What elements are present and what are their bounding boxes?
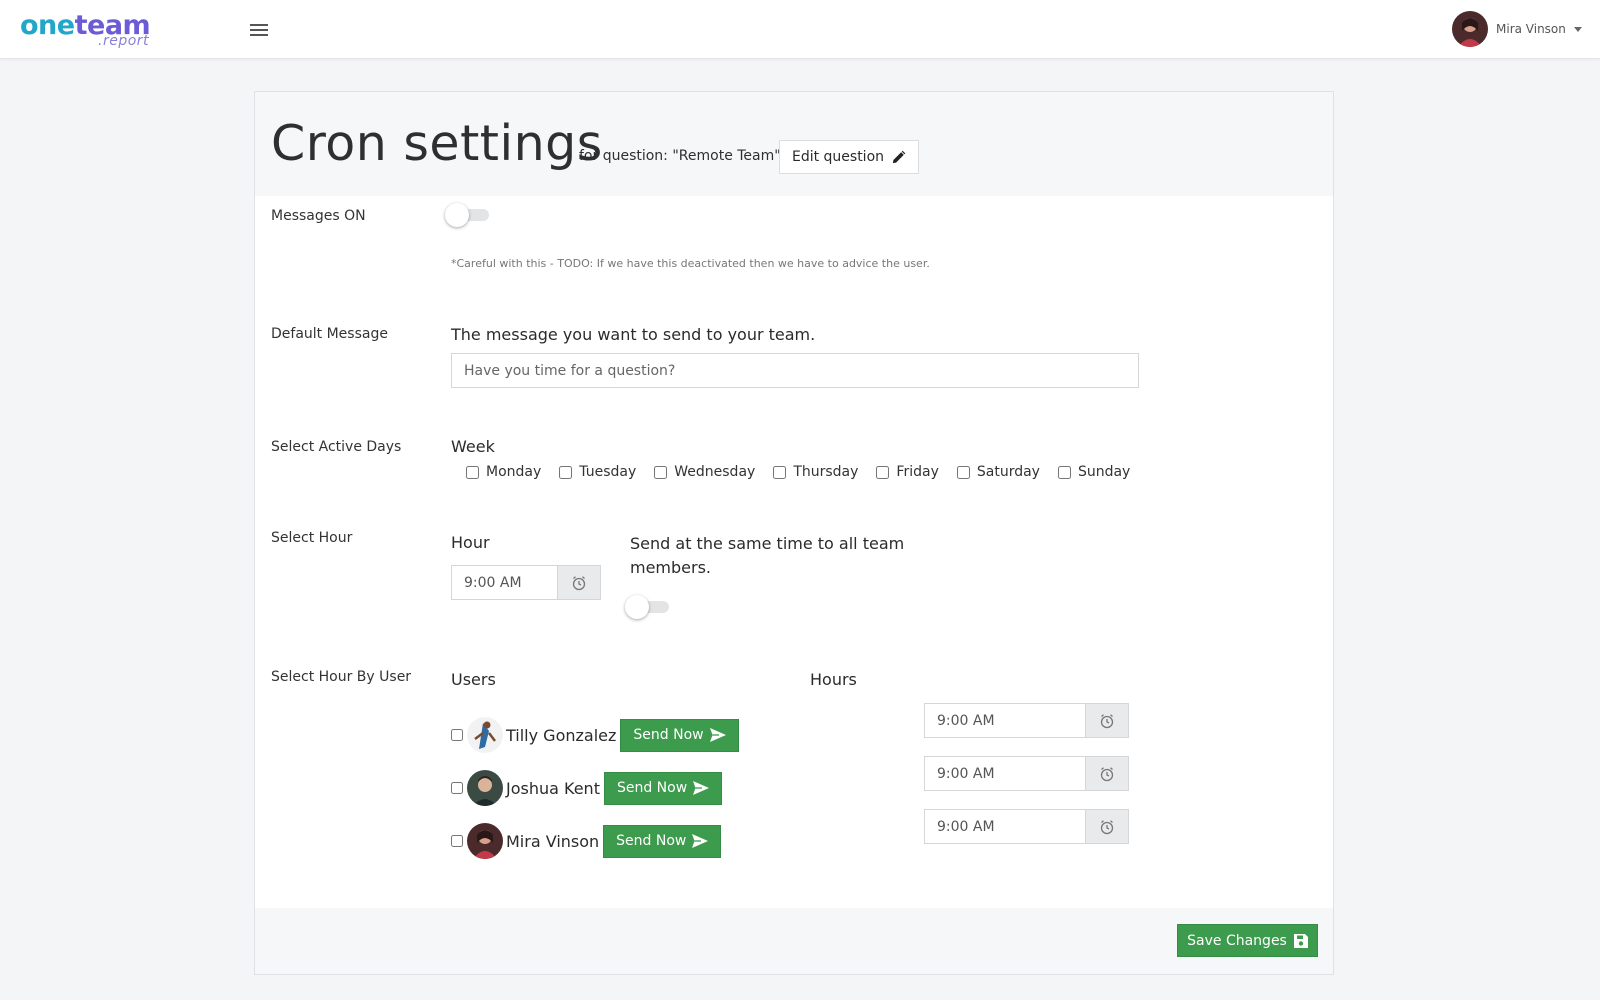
saturday-checkbox[interactable]: [956, 465, 970, 479]
send-now-label: Send Now: [633, 727, 704, 743]
hour-value[interactable]: 9:00 AM: [452, 566, 557, 599]
logo-subtext: .report: [98, 33, 150, 49]
default-message-input[interactable]: [451, 353, 1139, 388]
clock-icon[interactable]: [1085, 704, 1128, 737]
user-name: Mira Vinson: [1496, 22, 1566, 36]
send-now-button[interactable]: Send Now: [603, 824, 722, 858]
card-footer: Save Changes: [255, 908, 1333, 974]
active-days-label: Select Active Days: [271, 439, 402, 455]
avatar: [467, 770, 503, 806]
user-checkbox[interactable]: [451, 782, 463, 794]
send-now-button[interactable]: Send Now: [603, 771, 723, 805]
user-row: Joshua Kent Send Now: [451, 768, 723, 808]
user-checkbox[interactable]: [451, 729, 463, 741]
save-changes-label: Save Changes: [1187, 932, 1287, 949]
thursday-checkbox[interactable]: [773, 465, 787, 479]
user-menu[interactable]: Mira Vinson: [1452, 11, 1582, 47]
user-hour-picker[interactable]: 9:00 AM: [924, 703, 1129, 738]
pencil-icon: [892, 150, 906, 163]
day-thursday[interactable]: Thursday: [773, 464, 858, 480]
day-sunday[interactable]: Sunday: [1057, 464, 1131, 480]
hour-picker[interactable]: 9:00 AM: [451, 565, 601, 600]
week-heading: Week: [451, 437, 495, 456]
chevron-down-icon: [1573, 26, 1582, 32]
clock-icon[interactable]: [1085, 757, 1128, 790]
day-monday[interactable]: Monday: [466, 464, 541, 480]
monday-checkbox[interactable]: [466, 465, 479, 479]
day-label: Monday: [486, 464, 542, 480]
logo-part-one: one: [20, 10, 75, 41]
send-icon: [709, 728, 726, 742]
hours-heading: Hours: [810, 670, 857, 689]
tuesday-checkbox[interactable]: [559, 465, 573, 479]
day-wednesday[interactable]: Wednesday: [654, 464, 755, 480]
same-time-toggle[interactable]: [625, 594, 671, 619]
avatar: [1452, 11, 1488, 47]
messages-on-label: Messages ON: [271, 208, 366, 224]
day-label: Wednesday: [674, 464, 756, 480]
friday-checkbox[interactable]: [876, 465, 890, 479]
avatar: [467, 717, 503, 753]
send-icon: [692, 834, 709, 848]
users-heading: Users: [451, 670, 496, 689]
user-name: Mira Vinson: [506, 831, 600, 851]
day-label: Friday: [896, 464, 939, 480]
day-label: Sunday: [1077, 464, 1131, 480]
user-hour-picker[interactable]: 9:00 AM: [924, 756, 1129, 791]
send-now-label: Send Now: [616, 780, 688, 796]
select-hour-label: Select Hour: [271, 530, 353, 546]
user-hour-value[interactable]: 9:00 AM: [925, 810, 1085, 843]
oneteam-logo[interactable]: oneteam .report: [20, 11, 160, 51]
messages-on-toggle[interactable]: [445, 202, 491, 227]
day-tuesday[interactable]: Tuesday: [559, 464, 636, 480]
page-title: Cron settings: [271, 115, 603, 172]
day-label: Tuesday: [579, 464, 637, 480]
user-row: Tilly Gonzalez Send Now: [451, 715, 739, 755]
default-message-heading: The message you want to send to your tea…: [451, 325, 816, 344]
floppy-disk-icon: [1293, 933, 1308, 948]
day-label: Saturday: [976, 464, 1040, 480]
card-header: Cron settings for question: "Remote Team…: [255, 92, 1333, 196]
messages-note: *Careful with this - TODO: If we have th…: [451, 257, 930, 270]
send-now-label: Send Now: [616, 833, 687, 849]
send-now-button[interactable]: Send Now: [620, 718, 739, 752]
day-saturday[interactable]: Saturday: [956, 464, 1040, 480]
edit-question-label: Edit question: [791, 149, 885, 165]
send-icon: [693, 781, 710, 795]
user-row: Mira Vinson Send Now: [451, 821, 722, 861]
user-name: Tilly Gonzalez: [506, 725, 617, 745]
same-time-label: Send at the same time to all team member…: [630, 534, 905, 577]
user-hour-value[interactable]: 9:00 AM: [925, 704, 1085, 737]
hour-by-user-label: Select Hour By User: [271, 669, 412, 685]
hour-heading: Hour: [451, 533, 490, 552]
user-checkbox[interactable]: [451, 835, 463, 847]
sunday-checkbox[interactable]: [1057, 465, 1071, 479]
weekday-checkboxes: Monday Tuesday Wednesday Thursday Friday…: [466, 464, 1148, 480]
default-message-label: Default Message: [271, 326, 388, 342]
avatar: [467, 823, 503, 859]
wednesday-checkbox[interactable]: [654, 465, 668, 479]
top-navbar: oneteam .report Mira Vinson: [0, 0, 1600, 59]
cron-settings-card: Cron settings for question: "Remote Team…: [254, 91, 1334, 975]
clock-icon[interactable]: [557, 566, 600, 599]
save-changes-button[interactable]: Save Changes: [1177, 924, 1318, 957]
clock-icon[interactable]: [1085, 810, 1128, 843]
day-friday[interactable]: Friday: [876, 464, 939, 480]
edit-question-button[interactable]: Edit question: [779, 140, 919, 174]
day-label: Thursday: [793, 464, 859, 480]
user-hour-value[interactable]: 9:00 AM: [925, 757, 1085, 790]
question-subtitle: for question: "Remote Team": [579, 148, 781, 164]
hamburger-icon[interactable]: [250, 21, 268, 37]
user-hour-picker[interactable]: 9:00 AM: [924, 809, 1129, 844]
user-name: Joshua Kent: [506, 778, 600, 798]
